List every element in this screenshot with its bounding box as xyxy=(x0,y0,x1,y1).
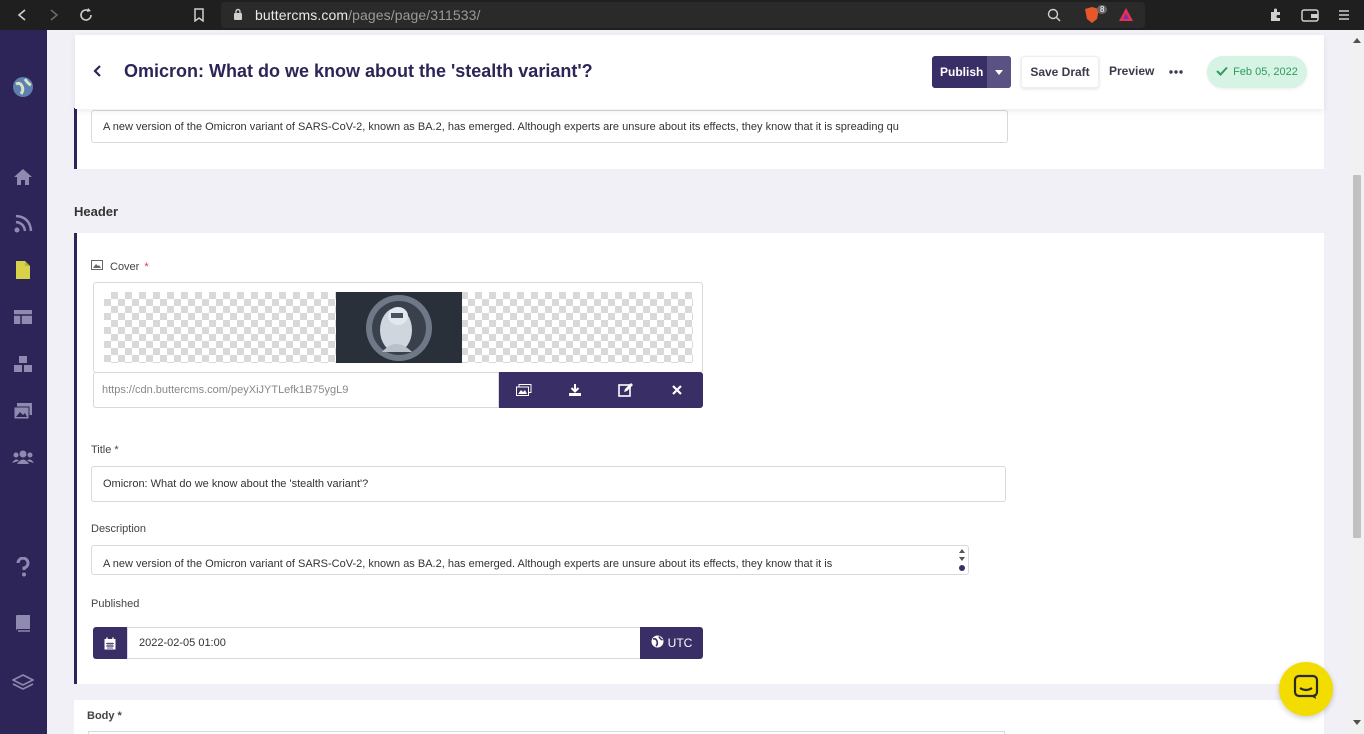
cover-url-row: https://cdn.buttercms.com/peyXiJYTLefk1B… xyxy=(93,372,703,408)
back-icon[interactable] xyxy=(12,5,32,25)
timezone-button[interactable]: UTC xyxy=(640,627,703,659)
body-card: Body * xyxy=(74,700,1324,734)
header-card: Cover * https://cdn.buttercms.com/peyXiJ… xyxy=(74,233,1324,684)
components-icon[interactable] xyxy=(12,353,34,375)
status-badge: Feb 05, 2022 xyxy=(1207,56,1307,88)
reload-icon[interactable] xyxy=(76,5,96,25)
media-icon[interactable] xyxy=(12,400,34,422)
cover-label: Cover * xyxy=(91,260,149,273)
description-text: A new version of the Omicron variant of … xyxy=(103,558,833,570)
cover-url-input[interactable]: https://cdn.buttercms.com/peyXiJYTLefk1B… xyxy=(93,372,499,408)
menu-icon[interactable] xyxy=(1334,5,1354,25)
url-text: buttercms.com/pages/page/311533/ xyxy=(255,7,481,23)
preview-button[interactable]: Preview xyxy=(1109,64,1154,78)
published-label: Published xyxy=(91,598,140,610)
globe-icon xyxy=(651,635,664,651)
section-title: Header xyxy=(74,204,119,219)
brave-rewards-icon[interactable] xyxy=(1118,7,1134,27)
cover-image xyxy=(336,292,462,363)
back-chevron-icon[interactable] xyxy=(91,63,105,79)
bookmark-icon[interactable] xyxy=(189,5,209,25)
browser-toolbar: buttercms.com/pages/page/311533/ 8 xyxy=(0,0,1364,30)
account-globe-icon[interactable] xyxy=(12,76,34,98)
lock-icon xyxy=(233,8,243,26)
collections-icon[interactable] xyxy=(12,306,34,328)
published-datetime-input[interactable]: 2022-02-05 01:00 xyxy=(127,627,641,659)
chat-launcher-button[interactable] xyxy=(1279,662,1333,716)
more-options-icon[interactable] xyxy=(1169,65,1183,77)
cover-label-text: Cover xyxy=(110,260,140,273)
users-icon[interactable] xyxy=(12,446,34,468)
description-label: Description xyxy=(91,523,147,535)
shield-badge: 8 xyxy=(1097,5,1108,14)
page-scrollbar[interactable] xyxy=(1350,30,1364,734)
address-bar[interactable]: buttercms.com/pages/page/311533/ 8 xyxy=(221,2,1145,28)
check-icon xyxy=(1216,66,1228,79)
image-icon xyxy=(91,260,103,273)
title-label: Title * xyxy=(91,444,119,456)
blog-icon[interactable] xyxy=(12,213,34,235)
wallet-icon[interactable] xyxy=(1300,5,1320,25)
caret-down-icon[interactable] xyxy=(987,56,1011,88)
app-sidebar xyxy=(0,30,47,734)
summary-card: A new version of the Omicron variant of … xyxy=(74,108,1324,169)
body-label: Body * xyxy=(87,710,122,722)
title-input[interactable]: Omicron: What do we know about the 'stea… xyxy=(91,466,1006,502)
cover-toolbar xyxy=(499,372,703,408)
home-icon[interactable] xyxy=(12,166,34,188)
zoom-icon[interactable] xyxy=(1047,8,1061,27)
download-icon[interactable] xyxy=(567,382,583,398)
publish-button[interactable]: Publish xyxy=(932,56,1011,88)
summary-input[interactable]: A new version of the Omicron variant of … xyxy=(91,110,1008,143)
media-library-icon[interactable] xyxy=(516,382,532,398)
help-icon[interactable] xyxy=(12,556,34,578)
scroll-up-icon[interactable] xyxy=(1353,38,1361,43)
publish-label: Publish xyxy=(940,65,984,79)
editor-header: Omicron: What do we know about the 'stea… xyxy=(75,35,1324,109)
description-textarea[interactable]: A new version of the Omicron variant of … xyxy=(91,545,969,575)
cover-image-preview[interactable] xyxy=(93,282,703,373)
required-mark: * xyxy=(144,260,149,273)
transparency-checker xyxy=(104,292,693,363)
published-row: 2022-02-05 01:00 UTC xyxy=(93,627,703,659)
docs-book-icon[interactable] xyxy=(12,612,34,634)
scroll-thumb[interactable] xyxy=(1353,175,1361,538)
layers-icon[interactable] xyxy=(12,671,34,693)
forward-icon[interactable] xyxy=(44,5,64,25)
remove-icon[interactable] xyxy=(669,382,685,398)
textarea-scrollbar[interactable] xyxy=(957,547,967,574)
chat-icon xyxy=(1293,674,1319,705)
scroll-down-icon[interactable] xyxy=(1353,720,1361,725)
save-draft-button[interactable]: Save Draft xyxy=(1021,56,1099,88)
timezone-label: UTC xyxy=(667,636,693,650)
calendar-icon[interactable] xyxy=(93,627,127,659)
pages-icon[interactable] xyxy=(12,259,34,281)
extensions-icon[interactable] xyxy=(1266,5,1286,25)
edit-icon[interactable] xyxy=(618,382,634,398)
page-title: Omicron: What do we know about the 'stea… xyxy=(124,61,593,81)
status-date: Feb 05, 2022 xyxy=(1233,66,1298,78)
